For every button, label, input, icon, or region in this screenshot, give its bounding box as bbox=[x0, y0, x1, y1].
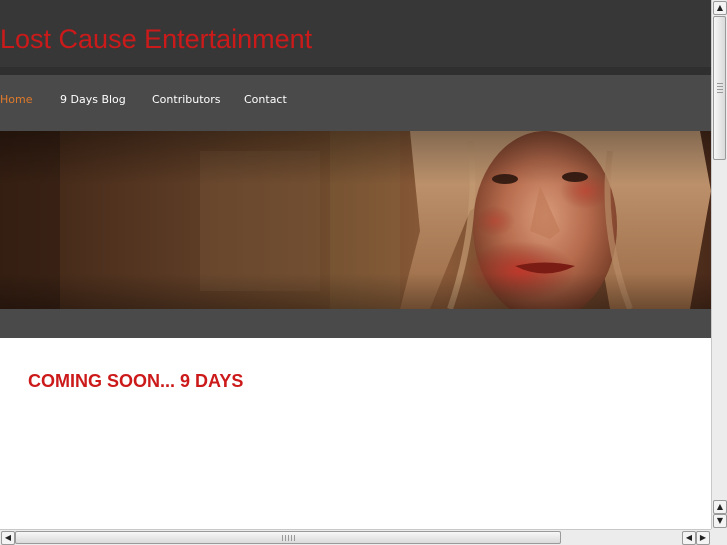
nav-item-9-days-blog[interactable]: 9 Days Blog bbox=[60, 90, 126, 110]
hero-banner bbox=[0, 131, 711, 309]
site-title[interactable]: Lost Cause Entertainment bbox=[0, 24, 312, 54]
hero-footer-bar bbox=[0, 309, 711, 338]
scroll-down-arrow-icon[interactable]: ▼ bbox=[713, 514, 727, 528]
scroll-grip-icon bbox=[717, 83, 723, 93]
main-content: COMING SOON... 9 DAYS bbox=[0, 338, 711, 529]
scroll-up-arrow-icon-lower[interactable]: ▲ bbox=[713, 500, 727, 514]
scroll-right-arrow-icon[interactable]: ▶ bbox=[696, 531, 710, 545]
scroll-grip-icon bbox=[282, 535, 296, 541]
horizontal-scrollbar[interactable]: ◀ ◀ ▶ bbox=[0, 529, 711, 545]
scroll-up-arrow-icon[interactable]: ▲ bbox=[713, 1, 727, 15]
vertical-scroll-thumb[interactable] bbox=[713, 16, 726, 160]
main-navigation: Home 9 Days Blog Contributors Contact bbox=[0, 75, 711, 131]
nav-item-contributors[interactable]: Contributors bbox=[152, 90, 221, 110]
browser-viewport: Lost Cause Entertainment Home 9 Days Blo… bbox=[0, 0, 711, 529]
nav-item-home[interactable]: Home bbox=[0, 90, 32, 110]
scroll-left-arrow-icon-right[interactable]: ◀ bbox=[682, 531, 696, 545]
scrollbar-corner bbox=[711, 529, 727, 545]
scroll-left-arrow-icon[interactable]: ◀ bbox=[1, 531, 15, 545]
nav-item-contact[interactable]: Contact bbox=[244, 90, 287, 110]
hero-image bbox=[0, 131, 711, 309]
page-heading: COMING SOON... 9 DAYS bbox=[28, 371, 244, 391]
site-header: Lost Cause Entertainment bbox=[0, 0, 711, 67]
horizontal-scroll-thumb[interactable] bbox=[15, 531, 561, 544]
header-divider bbox=[0, 67, 711, 75]
vertical-scrollbar[interactable]: ▲ ▲ ▼ bbox=[711, 0, 727, 529]
